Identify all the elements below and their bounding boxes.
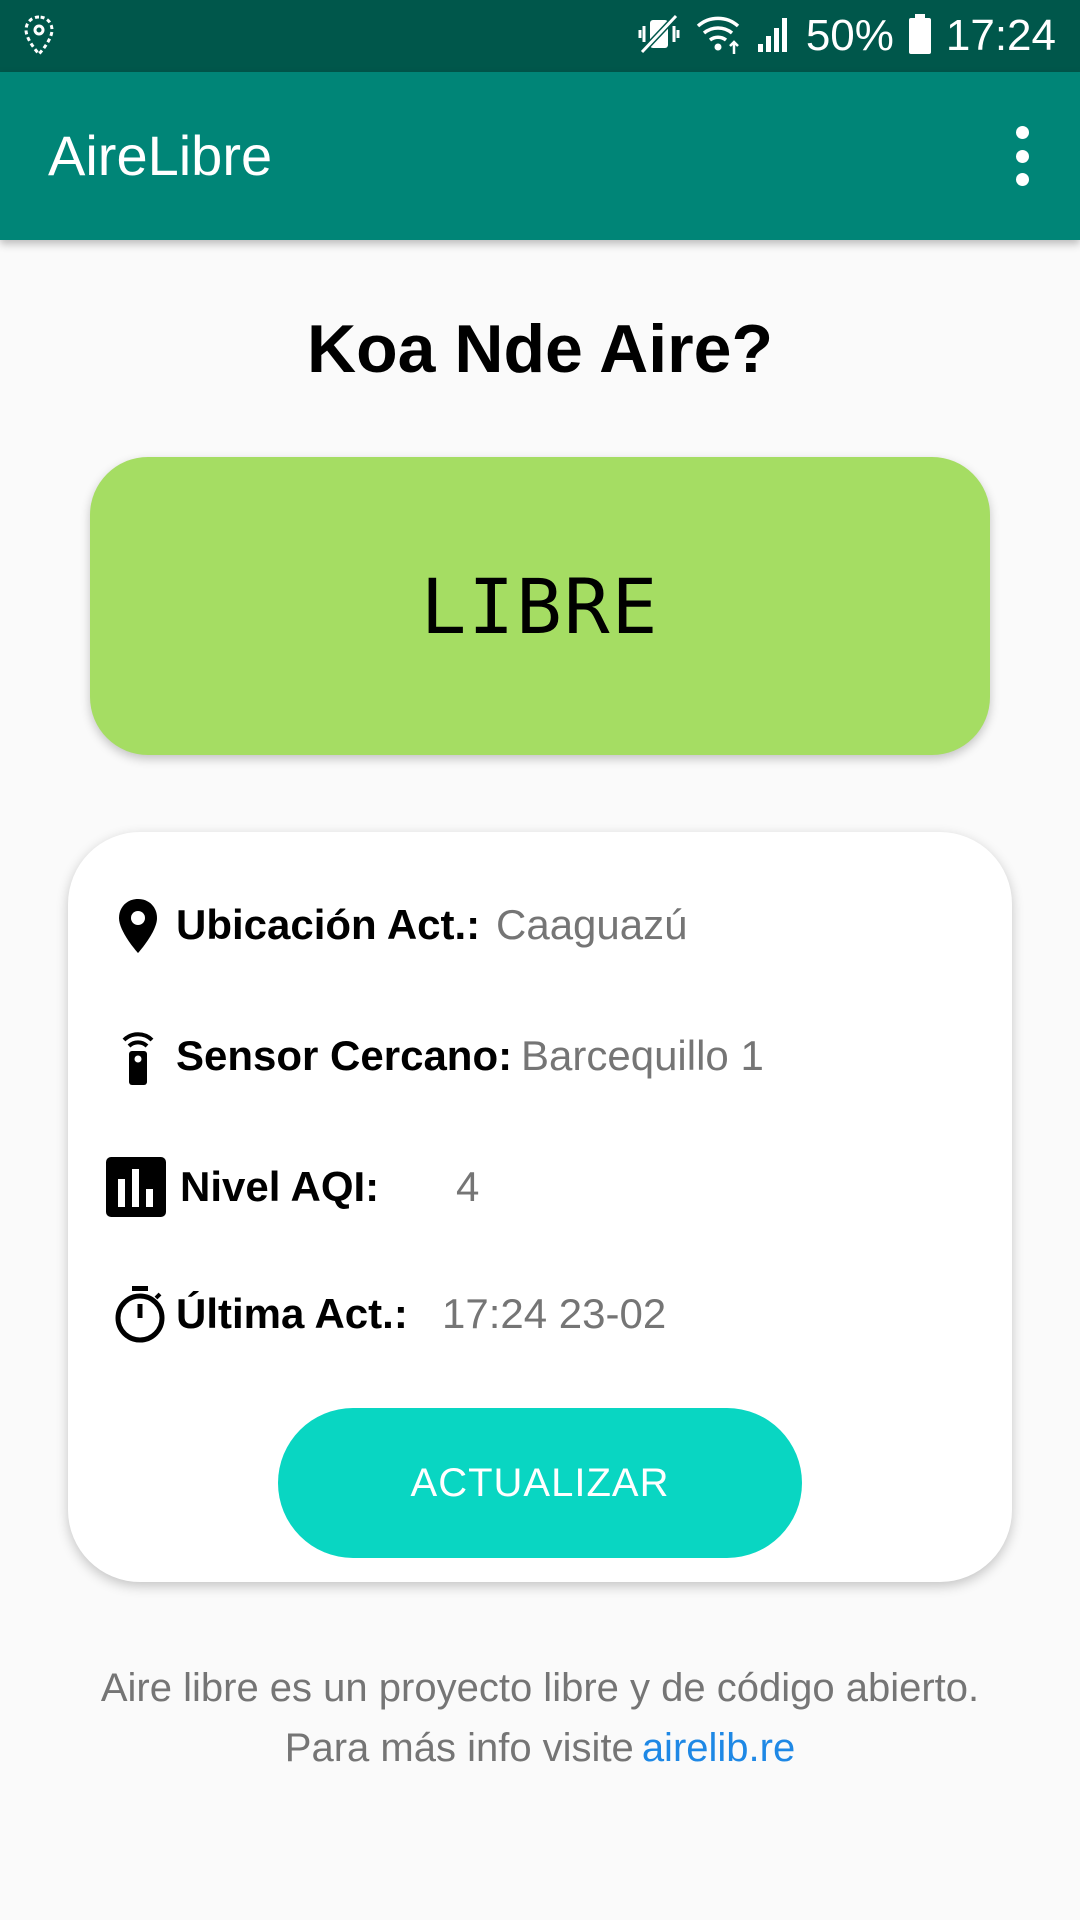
aqi-value: 4 <box>456 1163 480 1210</box>
info-row-location: Ubicación Act.: Caaguazú <box>68 885 1012 965</box>
bar-chart-icon <box>106 1157 166 1217</box>
location-pin-icon <box>108 895 168 955</box>
website-link[interactable]: airelib.re <box>642 1726 795 1770</box>
timer-icon <box>110 1284 170 1344</box>
cell-signal-icon <box>756 14 792 59</box>
info-card: Ubicación Act.: Caaguazú Sensor Cercano:… <box>68 832 1012 1582</box>
refresh-button[interactable]: ACTUALIZAR <box>278 1408 802 1558</box>
aqi-label: Nivel AQI: <box>180 1163 380 1210</box>
sensor-label: Sensor Cercano: <box>176 1032 513 1079</box>
last-update-value: 17:24 23-02 <box>442 1290 667 1337</box>
location-value: Caaguazú <box>496 901 688 948</box>
vibrate-mute-icon <box>638 12 680 61</box>
battery-percent: 50% <box>805 11 894 60</box>
app-bar: AireLibre <box>0 72 1080 240</box>
info-row-sensor: Sensor Cercano: Barcequillo 1 <box>68 1016 1012 1096</box>
status-time: 17:24 <box>945 11 1056 60</box>
footer-line-1: Aire libre es un proyecto libre y de cód… <box>100 1666 980 1710</box>
status-bar: 50% 17:24 <box>0 0 1080 72</box>
info-row-aqi: Nivel AQI: 4 <box>68 1147 1012 1227</box>
app-title: AireLibre <box>48 124 273 187</box>
sensor-remote-icon <box>108 1026 168 1086</box>
battery-icon <box>908 13 932 60</box>
sensor-value: Barcequillo 1 <box>521 1032 764 1079</box>
footer: Aire libre es un proyecto libre y de cód… <box>0 1658 1080 1778</box>
location-label: Ubicación Act.: <box>176 901 481 948</box>
footer-line-2: Para más info visite airelib.re <box>0 1718 1080 1778</box>
air-status-card: LIBRE <box>90 457 990 755</box>
wifi-icon <box>694 12 742 61</box>
page-title: Koa Nde Aire? <box>306 311 773 387</box>
info-row-last-update: Última Act.: 17:24 23-02 <box>68 1274 1012 1354</box>
location-pin-outline-icon <box>22 14 56 58</box>
air-status-text: LIBRE <box>420 561 660 651</box>
last-update-label: Última Act.: <box>176 1290 408 1337</box>
footer-line-2-text: Para más info visite <box>284 1726 634 1770</box>
more-vert-icon[interactable] <box>994 126 1050 186</box>
